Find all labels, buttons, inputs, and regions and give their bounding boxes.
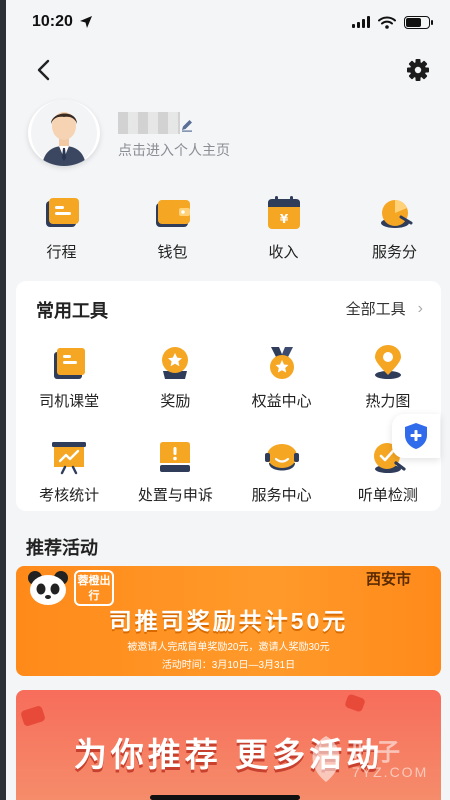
appeal-icon (160, 442, 191, 472)
benefits-icon (269, 347, 294, 379)
service-score-icon (380, 200, 412, 228)
tool-benefits-center[interactable]: 权益中心 (229, 345, 335, 411)
tool-label: 服务中心 (251, 487, 312, 504)
quick-action-label: 服务分 (371, 244, 417, 261)
tool-label: 听单检测 (357, 487, 418, 504)
tool-driver-class[interactable]: 司机课堂 (16, 345, 122, 411)
driver-class-icon (54, 348, 86, 379)
quick-action-label: 收入 (268, 244, 299, 261)
tool-label: 考核统计 (39, 487, 100, 504)
recommended-activities-title: 推荐活动 (26, 538, 98, 558)
quick-action-itinerary[interactable]: 行程 (6, 195, 117, 265)
quick-action-label: 钱包 (157, 244, 188, 261)
tool-reward[interactable]: 奖励 (122, 345, 228, 411)
avatar[interactable] (28, 100, 100, 166)
brand-logo: 蓉橙出行 (74, 570, 114, 606)
profile-header[interactable]: 点击进入个人主页 (28, 100, 428, 170)
left-edge (0, 0, 6, 800)
location-arrow-icon (79, 16, 92, 28)
tool-label: 司机课堂 (39, 393, 100, 410)
reward-icon (162, 347, 189, 379)
service-center-icon (264, 444, 299, 471)
itinerary-icon (45, 198, 79, 227)
cellular-signal-icon (352, 16, 370, 28)
home-indicator[interactable] (150, 795, 300, 800)
driver-name-redacted (118, 112, 180, 134)
svg-text:¥: ¥ (279, 212, 288, 226)
nav-bar (6, 48, 450, 92)
back-chevron-icon[interactable] (30, 56, 58, 84)
common-tools-card: 常用工具 全部工具 › 司机课堂 奖励 权益中心 热力图 考核统计 处置与申诉 … (16, 281, 441, 511)
driver-avatar-icon (31, 100, 97, 166)
banner-activity-time: 活动时间：3月10日—3月31日 (161, 660, 296, 671)
edit-pencil-icon[interactable] (180, 118, 194, 132)
quick-action-wallet[interactable]: 钱包 (117, 195, 228, 265)
quick-action-income[interactable]: ¥ 收入 (228, 195, 339, 265)
all-tools-link[interactable]: 全部工具 › (346, 298, 423, 319)
safety-shield-button[interactable] (392, 414, 440, 458)
tool-label: 热力图 (365, 393, 411, 410)
tool-service-center[interactable]: 服务中心 (229, 439, 335, 505)
battery-level (406, 17, 422, 27)
tool-label: 奖励 (160, 393, 191, 410)
watermark-site: 7YZ.COM (352, 764, 429, 780)
tool-assessment-stats[interactable]: 考核统计 (16, 439, 122, 505)
red-envelope-decoration (344, 693, 366, 713)
red-envelope-decoration (20, 704, 46, 728)
status-bar: 10:20 (6, 0, 450, 44)
heatmap-icon (374, 345, 401, 379)
quick-action-service-score[interactable]: 服务分 (339, 195, 450, 265)
banner-description: 被邀请人完成首单奖励20元，邀请人奖励30元 (127, 642, 330, 653)
site-watermark: 叶子 7YZ.COM (300, 730, 440, 790)
referral-activity-banner[interactable]: 蓉橙出行 西安市 司推司奖励共计50元 被邀请人完成首单奖励20元，邀请人奖励3… (16, 566, 441, 676)
wifi-icon (378, 16, 396, 29)
banner-title: 司推司奖励共计50元 (108, 608, 349, 634)
battery-icon (404, 15, 433, 29)
chevron-right-icon: › (417, 299, 423, 317)
income-icon: ¥ (267, 196, 300, 229)
tool-label: 处置与申诉 (137, 487, 213, 504)
tool-heatmap[interactable]: 热力图 (335, 345, 441, 411)
profile-subtitle[interactable]: 点击进入个人主页 (118, 140, 230, 160)
status-time: 10:20 (32, 13, 73, 30)
gear-icon[interactable] (404, 56, 432, 84)
all-tools-label: 全部工具 (345, 301, 406, 318)
tool-handling-appeal[interactable]: 处置与申诉 (122, 439, 228, 505)
tool-label: 权益中心 (251, 393, 312, 410)
watermark-name: 叶子 (352, 739, 400, 766)
banner-city: 西安市 (365, 571, 411, 588)
leaf-logo-icon (312, 736, 340, 782)
tools-title: 常用工具 (36, 301, 108, 321)
wallet-icon (155, 200, 190, 227)
quick-actions: 行程 钱包 ¥ 收入 服务分 (6, 195, 450, 265)
assessment-icon (52, 442, 87, 475)
shield-plus-icon (405, 423, 427, 449)
quick-action-label: 行程 (46, 244, 77, 261)
